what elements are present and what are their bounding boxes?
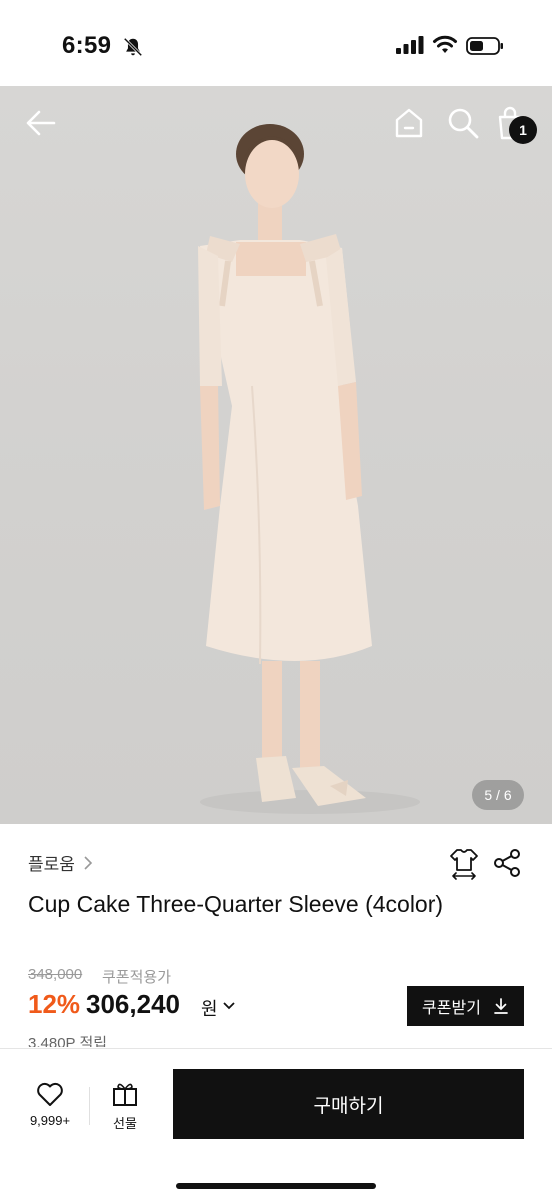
coupon-button-label: 쿠폰받기 [422, 1000, 481, 1017]
cart-count-badge: 1 [509, 116, 537, 144]
share-icon[interactable] [492, 848, 522, 878]
wifi-icon [433, 35, 457, 53]
bottom-action-bar: 9,999+ 선물 구매하기 [0, 1048, 552, 1200]
gift-icon [113, 1083, 137, 1106]
home-indicator [176, 1183, 376, 1189]
divider [89, 1087, 90, 1125]
coupon-download-button[interactable]: 쿠폰받기 [407, 986, 524, 1026]
search-icon[interactable] [446, 106, 480, 140]
image-page-indicator: 5 / 6 [472, 780, 524, 810]
download-icon [494, 998, 508, 1014]
coupon-price-note: 쿠폰적용가 [102, 969, 172, 986]
original-price: 348,000 [28, 966, 83, 983]
signal-icon [396, 36, 424, 54]
reward-points: 3,480P 적립 [28, 1035, 108, 1047]
product-title: Cup Cake Three-Quarter Sleeve (4color) [28, 891, 444, 917]
product-photo [198, 124, 420, 814]
chevron-right-icon [84, 855, 93, 870]
size-guide-icon[interactable] [448, 846, 480, 880]
discount-rate: 12% [28, 989, 81, 1019]
chevron-down-icon[interactable] [222, 1000, 236, 1012]
currency-label: 원 [201, 999, 218, 1019]
product-image-gallery[interactable]: 1 5 / 6 [0, 86, 552, 824]
brand-link[interactable]: 플로움 [28, 850, 95, 875]
heart-icon [37, 1082, 63, 1106]
wishlist-button[interactable]: 9,999+ [22, 1081, 78, 1128]
back-arrow-icon[interactable] [24, 106, 58, 140]
battery-icon [466, 37, 503, 55]
home-icon[interactable] [392, 106, 426, 140]
gift-button[interactable]: 선물 [100, 1081, 150, 1132]
wishlist-count: 9,999+ [29, 1113, 71, 1128]
buy-button[interactable]: 구매하기 [173, 1069, 524, 1139]
status-time: 6:59 [62, 32, 112, 59]
gift-label: 선물 [113, 1116, 137, 1131]
bell-off-icon [123, 37, 143, 57]
sale-price: 306,240 [86, 989, 180, 1019]
status-bar: 6:59 [0, 0, 552, 86]
brand-name: 플로움 [28, 855, 75, 874]
